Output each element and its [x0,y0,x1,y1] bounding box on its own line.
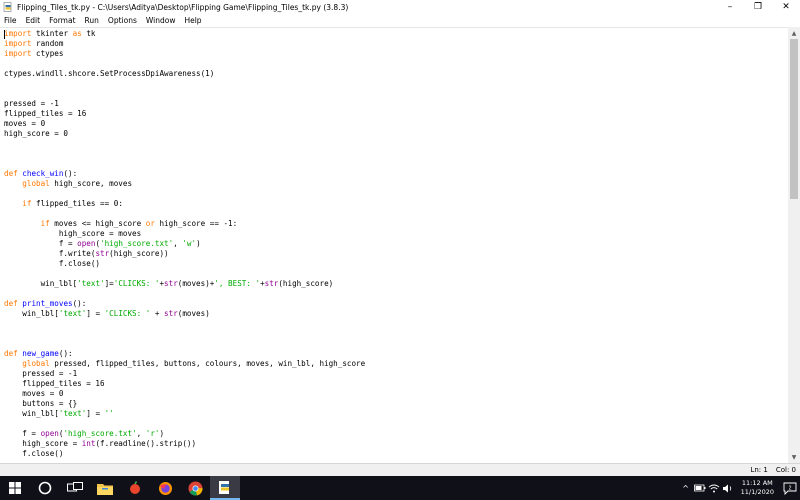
code-text[interactable]: import tkinter as tk import random impor… [4,29,365,464]
menu-window[interactable]: Window [142,14,181,27]
python-idle-icon [3,2,12,12]
notification-icon[interactable]: 2 [780,476,800,500]
text-caret [4,30,5,39]
code-editor[interactable]: import tkinter as tk import random impor… [0,27,788,464]
menu-format[interactable]: Format [45,14,80,27]
file-explorer-icon[interactable] [90,476,120,500]
python-idle-icon[interactable] [210,476,240,500]
menu-file[interactable]: File [0,14,22,27]
menu-run[interactable]: Run [81,14,104,27]
menu-edit[interactable]: Edit [22,14,46,27]
menu-help[interactable]: Help [180,14,206,27]
status-col: Col: 0 [775,466,796,474]
vertical-scrollbar[interactable]: ▲ ▼ [788,27,800,463]
clock-date: 11/1/2020 [740,488,774,496]
firefox-icon[interactable] [150,476,180,500]
taskbar: ^ 11:12 AM 11/1/2020 2 [0,476,800,500]
chrome-icon[interactable] [180,476,210,500]
scroll-up-icon[interactable]: ▲ [788,27,800,39]
volume-icon[interactable] [721,476,735,500]
task-view-icon[interactable] [60,476,90,500]
status-bar: Ln: 1 Col: 0 [0,463,800,476]
battery-icon[interactable] [693,476,707,500]
window-title: Flipping_Tiles_tk.py - C:\Users\Aditya\D… [17,2,349,12]
minimize-button[interactable]: – [716,0,744,14]
scrollbar-thumb[interactable] [790,39,798,199]
notification-count: 2 [789,485,792,491]
menu-bar: File Edit Format Run Options Window Help [0,14,800,27]
status-line: Ln: 1 [750,466,768,474]
chevron-up-icon[interactable]: ^ [679,476,693,500]
wifi-icon[interactable] [707,476,721,500]
clock[interactable]: 11:12 AM 11/1/2020 [735,479,780,497]
title-bar: Flipping_Tiles_tk.py - C:\Users\Aditya\D… [0,0,800,14]
menu-options[interactable]: Options [104,14,142,27]
fruit-app-icon[interactable] [120,476,150,500]
maximize-button[interactable]: ❐ [744,0,772,14]
system-tray: ^ 11:12 AM 11/1/2020 2 [679,476,800,500]
clock-time: 11:12 AM [741,479,773,487]
scroll-down-icon[interactable]: ▼ [788,451,800,463]
windows-start-icon[interactable] [0,476,30,500]
cortana-icon[interactable] [30,476,60,500]
close-button[interactable]: ✕ [772,0,800,14]
